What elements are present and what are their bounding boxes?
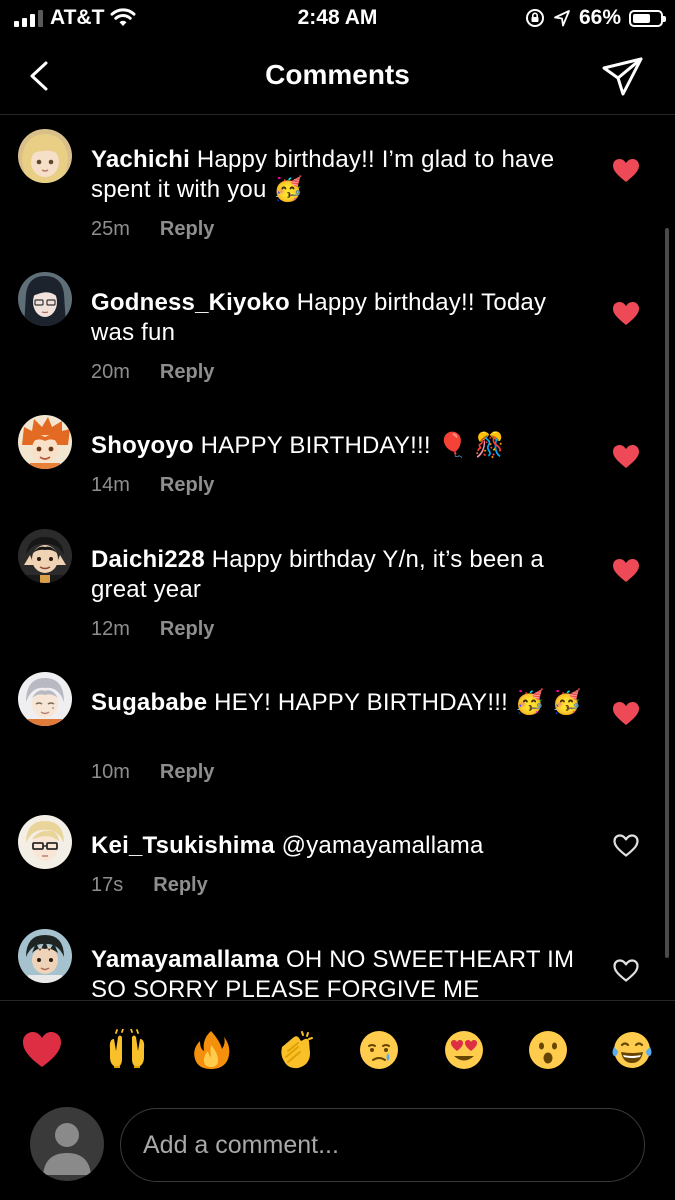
comment-timestamp: 10m [91, 761, 130, 783]
avatar[interactable] [18, 815, 72, 869]
heart-icon-liked[interactable] [612, 444, 640, 470]
comment-timestamp: 14m [91, 474, 130, 496]
comment-text: Kei_Tsukishima @yamayamallama [91, 831, 586, 861]
scrollbar[interactable] [665, 228, 669, 958]
comment-timestamp: 20m [91, 361, 130, 383]
battery-percentage: 66% [578, 6, 621, 29]
comment-meta: 14m Reply [91, 474, 214, 497]
tears-of-joy-emoji-icon[interactable] [611, 1029, 653, 1071]
comment-timestamp: 12m [91, 618, 130, 640]
fire-emoji-icon[interactable] [190, 1029, 232, 1071]
avatar[interactable] [18, 672, 72, 726]
battery-fill [633, 13, 650, 23]
reply-button[interactable]: Reply [160, 618, 214, 640]
crying-face-emoji-icon[interactable] [358, 1029, 400, 1071]
reply-button[interactable]: Reply [160, 361, 214, 383]
avatar[interactable] [18, 415, 72, 469]
comment-text: Yamayamallama OH NO SWEETHEART IM SO SOR… [91, 945, 586, 1000]
comment-message: HAPPY BIRTHDAY!!! 🎈 🎊 [200, 432, 505, 459]
avatar[interactable] [18, 129, 72, 183]
comment-item: Yachichi Happy birthday!! I’m glad to ha… [0, 129, 675, 269]
comments-list: Yachichi Happy birthday!! I’m glad to ha… [0, 115, 675, 1000]
comment-item: Kei_Tsukishima @yamayamallama 17s Reply [0, 815, 675, 925]
comment-meta: 25m Reply [91, 218, 214, 241]
comment-username[interactable]: Godness_Kiyoko [91, 289, 290, 316]
status-bar: AT&T 2:48 AM 66% [0, 0, 675, 40]
heart-icon-liked[interactable] [612, 701, 640, 727]
heart-icon-liked[interactable] [612, 158, 640, 184]
add-comment-input[interactable] [120, 1108, 645, 1182]
reply-button[interactable]: Reply [160, 474, 214, 496]
page-title: Comments [265, 59, 410, 90]
comments-header: Comments [0, 40, 675, 115]
comment-message: HEY! HAPPY BIRTHDAY!!! 🥳 🥳 [214, 689, 582, 716]
heart-icon-liked[interactable] [612, 301, 640, 327]
surprised-face-emoji-icon[interactable] [527, 1029, 569, 1071]
emoji-reaction-bar [0, 1000, 675, 1097]
comment-timestamp: 25m [91, 218, 130, 240]
comment-text: Shoyoyo HAPPY BIRTHDAY!!! 🎈 🎊 [91, 431, 586, 461]
rotation-lock-icon [525, 9, 544, 27]
comment-text: Sugababe HEY! HAPPY BIRTHDAY!!! 🥳 🥳 [91, 688, 586, 718]
comment-meta: 20m Reply [91, 361, 214, 384]
default-avatar-icon [43, 1123, 91, 1175]
comment-item: Daichi228 Happy birthday Y/n, it’s been … [0, 529, 675, 669]
comment-composer [0, 1096, 675, 1200]
battery-icon [629, 9, 666, 27]
reply-button[interactable]: Reply [160, 218, 214, 240]
comment-meta: 12m Reply [91, 618, 214, 641]
comment-username[interactable]: Shoyoyo [91, 432, 194, 459]
comment-username[interactable]: Daichi228 [91, 546, 205, 573]
clapping-hands-emoji-icon[interactable] [274, 1029, 316, 1071]
comment-timestamp: 17s [91, 874, 124, 896]
avatar[interactable] [18, 929, 72, 983]
comment-text: Yachichi Happy birthday!! I’m glad to ha… [91, 145, 586, 205]
comment-text: Godness_Kiyoko Happy birthday!! Today wa… [91, 288, 586, 348]
comment-username[interactable]: Yamayamallama [91, 946, 279, 973]
comment-item: Yamayamallama OH NO SWEETHEART IM SO SOR… [0, 929, 675, 1000]
heart-eyes-emoji-icon[interactable] [443, 1029, 485, 1071]
heart-outline-icon[interactable] [612, 958, 640, 984]
avatar[interactable] [18, 272, 72, 326]
comment-item: Godness_Kiyoko Happy birthday!! Today wa… [0, 272, 675, 412]
avatar[interactable] [18, 529, 72, 583]
comment-meta: 17s Reply [91, 874, 208, 897]
red-heart-emoji-icon[interactable] [21, 1029, 63, 1071]
comment-text: Daichi228 Happy birthday Y/n, it’s been … [91, 545, 586, 605]
heart-icon-liked[interactable] [612, 558, 640, 584]
current-user-avatar [30, 1107, 104, 1181]
comment-message: @yamayamallama [281, 832, 484, 859]
reply-button[interactable]: Reply [153, 874, 207, 896]
comment-username[interactable]: Sugababe [91, 689, 207, 716]
heart-outline-icon[interactable] [612, 833, 640, 859]
raising-hands-emoji-icon[interactable] [106, 1029, 148, 1071]
comment-username[interactable]: Yachichi [91, 146, 190, 173]
comment-username[interactable]: Kei_Tsukishima [91, 832, 275, 859]
comment-item: Sugababe HEY! HAPPY BIRTHDAY!!! 🥳 🥳 10m R… [0, 672, 675, 812]
send-direct-icon[interactable] [601, 55, 645, 99]
comment-meta: 10m Reply [91, 761, 214, 784]
comment-item: Shoyoyo HAPPY BIRTHDAY!!! 🎈 🎊 14m Reply [0, 415, 675, 525]
reply-button[interactable]: Reply [160, 761, 214, 783]
location-arrow-icon [554, 10, 570, 27]
